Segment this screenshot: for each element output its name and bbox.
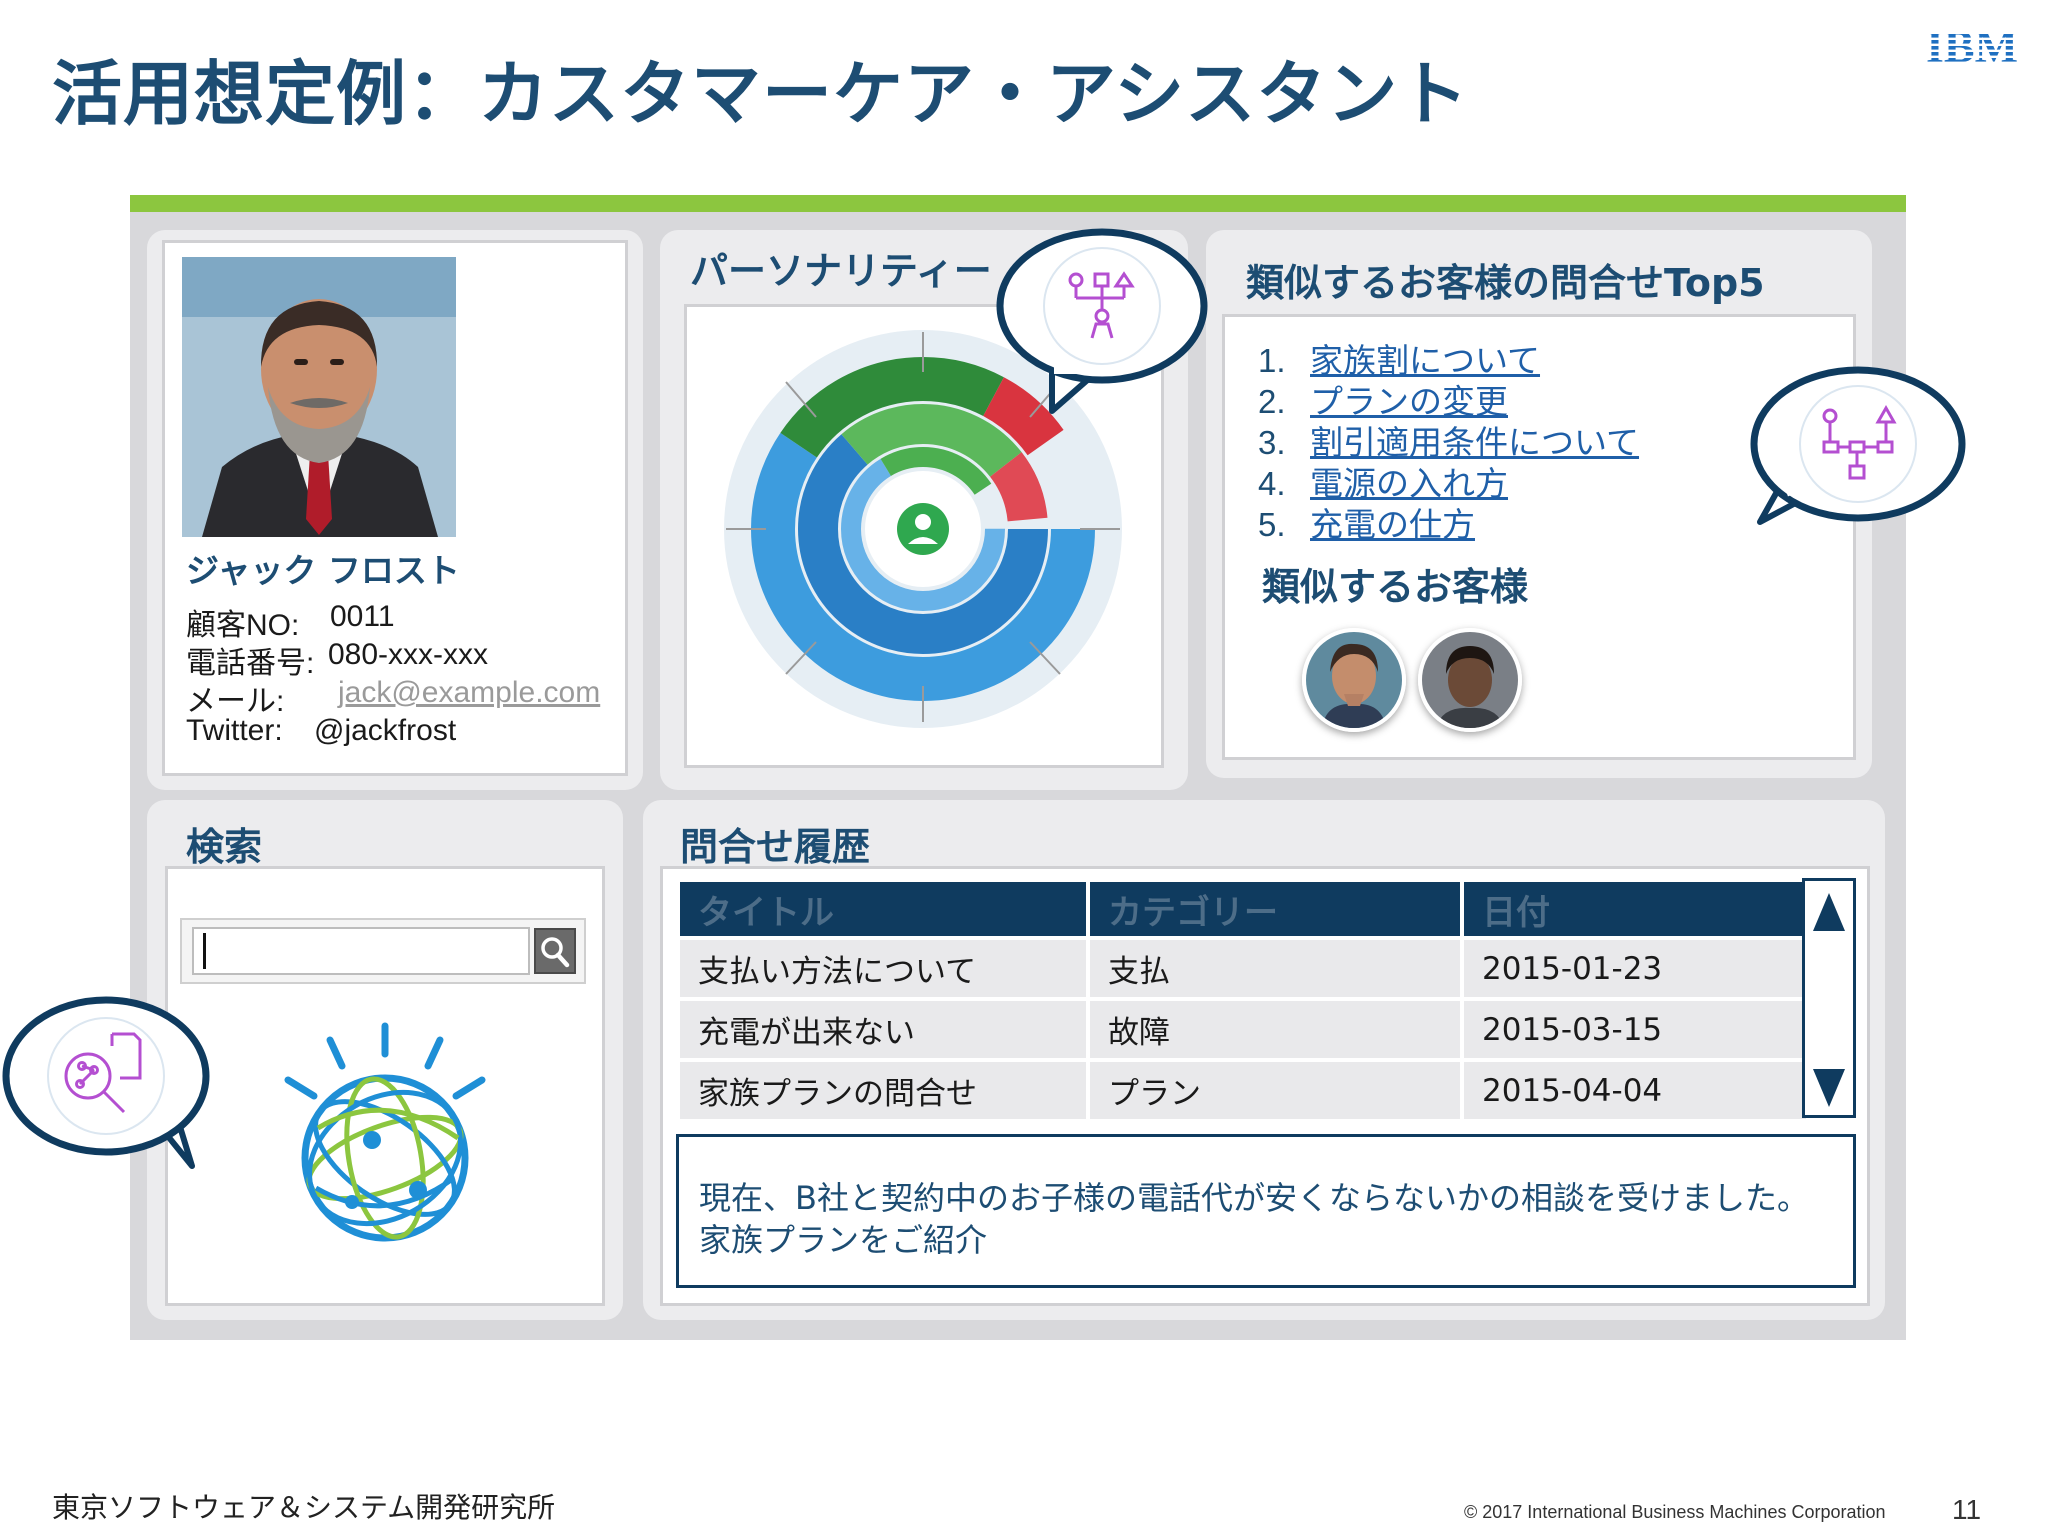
similar-customers-title: 類似するお客様 [1262,565,1529,609]
search-bubble [2,996,210,1169]
search-title: 検索 [186,825,263,869]
list-item: 2. プランの変更 [1258,381,1639,422]
table-header-row: タイトル カテゴリー 日付 [680,882,1806,936]
svg-text:IBM: IBM [1926,22,2018,68]
personality-bubble [996,228,1208,414]
table-row[interactable]: 充電が出来ない 故障 2015-03-15 [680,1001,1806,1058]
similar-customer-avatar[interactable] [1302,628,1406,732]
list-number: 1. [1258,342,1286,379]
list-number: 5. [1258,506,1286,543]
table-cell: 家族プランの問合せ [680,1062,1086,1119]
list-number: 2. [1258,383,1286,420]
list-number: 3. [1258,424,1286,461]
footer-copyright: © 2017 International Business Machines C… [1464,1502,1886,1522]
similar-title: 類似するお客様の問合せTop5 [1246,261,1765,305]
customer-photo [182,257,456,537]
inquiry-link[interactable]: 電源の入れ方 [1310,465,1508,502]
inquiry-note: 現在、B社と契約中のお子様の電話代が安くならないかの相談を受けました。家族プラン… [676,1134,1856,1288]
list-item: 5. 充電の仕方 [1258,504,1639,545]
column-header[interactable]: タイトル [680,882,1086,936]
table-cell: 2015-01-23 [1464,940,1806,997]
scroll-up-icon[interactable] [1813,893,1845,931]
customer-name: ジャック フロスト [186,551,460,590]
page-number: 11 [1952,1494,1982,1525]
list-item: 4. 電源の入れ方 [1258,463,1639,504]
list-number: 4. [1258,465,1286,502]
slide-title: 活用想定例：カスタマーケア・アシスタント [52,53,1470,135]
inquiry-link[interactable]: 割引適用条件について [1310,424,1639,461]
twitter-handle: @jackfrost [314,714,457,747]
similar-customer-avatar[interactable] [1418,628,1522,732]
history-table: タイトル カテゴリー 日付 支払い方法について 支払 2015-01-23 充電… [676,878,1810,1123]
table-cell: 支払い方法について [680,940,1086,997]
scroll-down-icon[interactable] [1813,1069,1845,1107]
similar-bubble [1750,366,1966,525]
table-row[interactable]: 支払い方法について 支払 2015-01-23 [680,940,1806,997]
similar-inquiry-list: 1. 家族割について 2. プランの変更 3. 割引適用条件について 4. 電源の入れ方… [1258,340,1639,545]
twitter-row: Twitter: @jackfrost [186,714,456,748]
list-item: 1. 家族割について [1258,340,1639,381]
table-cell: 2015-03-15 [1464,1001,1806,1058]
table-cell: 充電が出来ない [680,1001,1086,1058]
column-header[interactable]: カテゴリー [1090,882,1460,936]
table-row[interactable]: 家族プランの問合せ プラン 2015-04-04 [680,1062,1806,1119]
search-button[interactable] [534,928,576,974]
column-header[interactable]: 日付 [1464,882,1806,936]
table-cell: 故障 [1090,1001,1460,1058]
search-icon [541,937,570,968]
email-link[interactable]: jack@example.com [338,676,600,710]
inquiry-link[interactable]: 充電の仕方 [1310,506,1475,543]
inquiry-link[interactable]: 家族割について [1310,342,1540,379]
customer-no-value: 0011 [330,600,395,633]
table-scrollbar[interactable] [1802,878,1856,1118]
table-cell: 2015-04-04 [1464,1062,1806,1119]
table-cell: プラン [1090,1062,1460,1119]
table-cell: 支払 [1090,940,1460,997]
search-input[interactable] [192,927,530,975]
watson-logo-icon [284,1022,486,1242]
inquiry-link[interactable]: プランの変更 [1310,383,1508,420]
personality-title: パーソナリティー [690,249,992,293]
twitter-label: Twitter: [186,714,283,747]
accent-bar [130,195,1906,212]
phone-value: 080-xxx-xxx [328,638,489,671]
ibm-logo: IBM [1926,22,2018,68]
footer-organization: 東京ソフトウェア＆システム開発研究所 [52,1491,556,1524]
text-cursor [203,933,206,969]
history-title: 問合せ履歴 [680,825,871,869]
list-item: 3. 割引適用条件について [1258,422,1639,463]
